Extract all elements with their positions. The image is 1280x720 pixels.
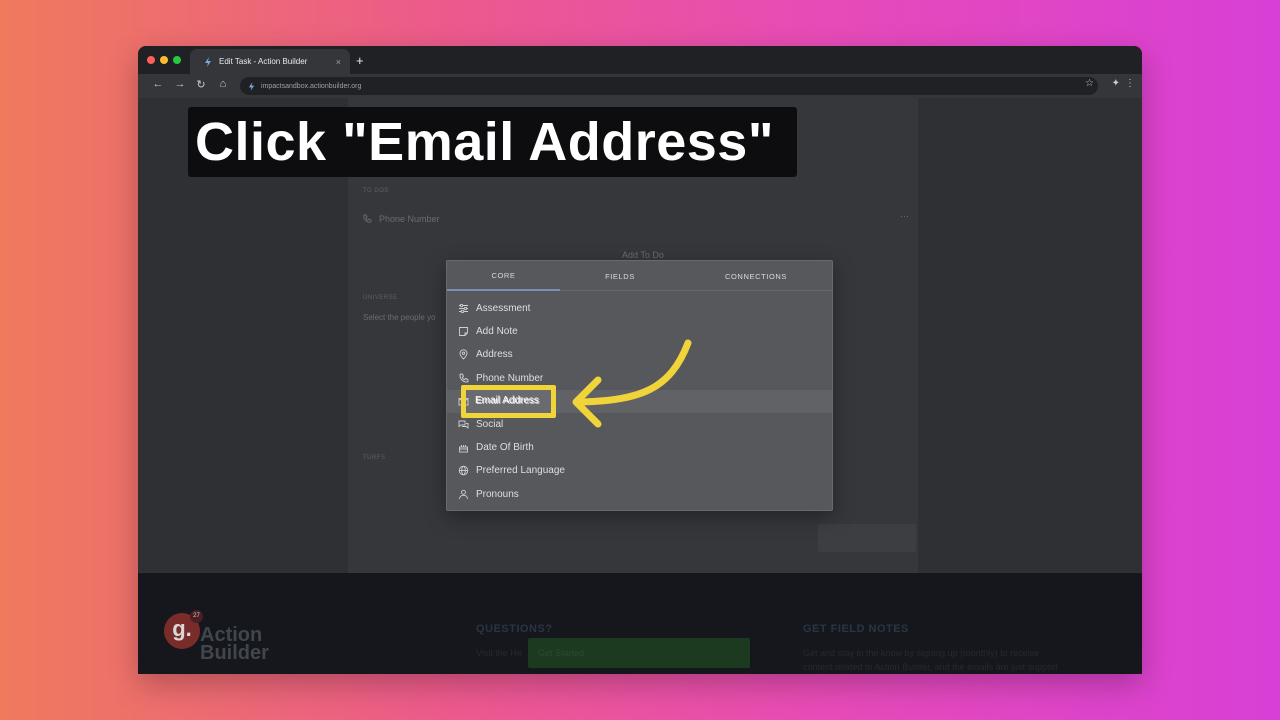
caption-text: Click "Email Address": [195, 112, 774, 172]
instruction-caption: Click "Email Address": [188, 107, 797, 177]
